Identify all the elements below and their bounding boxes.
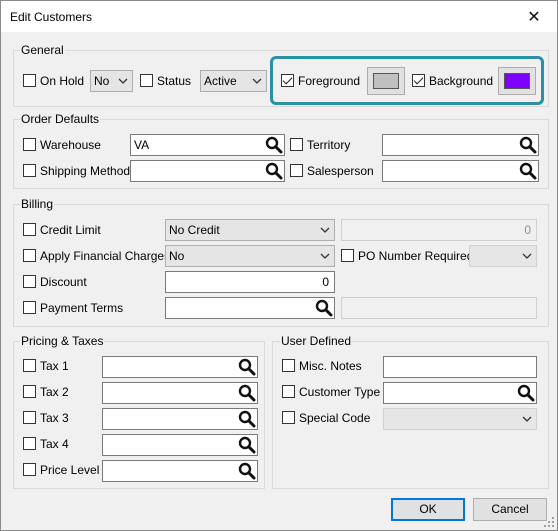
search-icon[interactable] [519, 136, 537, 154]
tax3-label: Tax 3 [40, 411, 69, 425]
general-group-label: General [20, 43, 65, 57]
background-color-button[interactable] [498, 67, 536, 95]
customer-type-checkbox[interactable] [282, 385, 295, 398]
shipping-method-checkbox[interactable] [23, 164, 36, 177]
status-select[interactable]: Active [200, 70, 267, 92]
close-button[interactable]: ✕ [511, 1, 557, 32]
salesperson-checkbox[interactable] [290, 164, 303, 177]
search-icon[interactable] [238, 436, 256, 454]
customer-type-label: Customer Type [299, 385, 381, 399]
foreground-color-swatch [373, 73, 399, 89]
background-checkbox[interactable] [412, 74, 425, 87]
salesperson-label: Salesperson [307, 164, 374, 178]
tax2-label: Tax 2 [40, 385, 69, 399]
edit-customers-dialog: Edit Customers ✕ General On Hold No Stat… [0, 0, 558, 531]
chevron-down-icon [118, 77, 128, 85]
tax1-input[interactable] [102, 356, 258, 378]
credit-limit-select[interactable]: No Credit [165, 219, 335, 241]
chevron-down-icon [522, 415, 532, 423]
foreground-color-button[interactable] [367, 67, 405, 95]
chevron-down-icon [252, 77, 262, 85]
misc-notes-input[interactable] [383, 356, 537, 378]
warehouse-label: Warehouse [40, 138, 101, 152]
territory-input[interactable] [382, 134, 539, 156]
apply-financial-charges-label: Apply Financial Charges [40, 249, 171, 263]
background-color-swatch [504, 73, 530, 89]
payment-terms-description [341, 297, 537, 319]
on-hold-label: On Hold [40, 74, 85, 88]
po-number-required-select[interactable] [469, 245, 537, 267]
territory-label: Territory [307, 138, 351, 152]
apply-financial-charges-select[interactable]: No [165, 245, 335, 267]
tax4-input[interactable] [102, 434, 258, 456]
chevron-down-icon [522, 252, 532, 260]
warehouse-input[interactable]: VA [130, 134, 285, 156]
pricing-taxes-group-label: Pricing & Taxes [20, 334, 105, 348]
tax4-label: Tax 4 [40, 437, 69, 451]
search-icon[interactable] [238, 384, 256, 402]
status-label: Status [157, 74, 192, 88]
territory-checkbox[interactable] [290, 138, 303, 151]
payment-terms-label: Payment Terms [40, 301, 124, 315]
background-label: Background [429, 74, 494, 88]
tax1-label: Tax 1 [40, 359, 69, 373]
cancel-button[interactable]: Cancel [473, 498, 547, 521]
price-level-checkbox[interactable] [23, 463, 36, 476]
special-code-checkbox[interactable] [282, 411, 295, 424]
chevron-down-icon [320, 252, 330, 260]
shipping-method-input[interactable] [130, 160, 285, 182]
on-hold-checkbox[interactable] [23, 74, 36, 87]
shipping-method-label: Shipping Method [40, 164, 131, 178]
discount-label: Discount [40, 275, 87, 289]
search-icon[interactable] [517, 384, 535, 402]
salesperson-input[interactable] [382, 160, 539, 182]
search-icon[interactable] [238, 410, 256, 428]
window-title: Edit Customers [10, 10, 93, 24]
order-defaults-group-label: Order Defaults [20, 112, 101, 126]
credit-limit-checkbox[interactable] [23, 223, 36, 236]
tax3-input[interactable] [102, 408, 258, 430]
title-bar: Edit Customers ✕ [1, 1, 557, 32]
search-icon[interactable] [315, 299, 333, 317]
search-icon[interactable] [519, 162, 537, 180]
search-icon[interactable] [265, 162, 283, 180]
search-icon[interactable] [265, 136, 283, 154]
search-icon[interactable] [238, 462, 256, 480]
search-icon[interactable] [238, 358, 256, 376]
tax1-checkbox[interactable] [23, 359, 36, 372]
misc-notes-label: Misc. Notes [299, 359, 362, 373]
foreground-label: Foreground [298, 74, 361, 88]
chevron-down-icon [320, 226, 330, 234]
credit-limit-label: Credit Limit [40, 223, 101, 237]
discount-checkbox[interactable] [23, 275, 36, 288]
customer-type-input[interactable] [383, 382, 537, 404]
payment-terms-checkbox[interactable] [23, 301, 36, 314]
tax2-input[interactable] [102, 382, 258, 404]
on-hold-select[interactable]: No [90, 70, 133, 92]
tax3-checkbox[interactable] [23, 411, 36, 424]
ok-button[interactable]: OK [391, 498, 465, 521]
apply-financial-charges-checkbox[interactable] [23, 249, 36, 262]
special-code-select[interactable] [383, 408, 537, 430]
close-icon: ✕ [527, 8, 541, 26]
po-number-required-label: PO Number Required [358, 249, 474, 263]
discount-input[interactable]: 0 [165, 271, 335, 293]
warehouse-checkbox[interactable] [23, 138, 36, 151]
status-checkbox[interactable] [140, 74, 153, 87]
special-code-label: Special Code [299, 411, 371, 425]
billing-group-label: Billing [20, 197, 55, 211]
user-defined-group-label: User Defined [280, 334, 353, 348]
tax4-checkbox[interactable] [23, 437, 36, 450]
tax2-checkbox[interactable] [23, 385, 36, 398]
misc-notes-checkbox[interactable] [282, 359, 295, 372]
resize-grip-icon[interactable] [543, 516, 555, 528]
credit-limit-amount-input: 0 [341, 219, 537, 241]
price-level-label: Price Level [40, 463, 100, 477]
payment-terms-input[interactable] [165, 297, 335, 319]
price-level-input[interactable] [102, 460, 258, 482]
po-number-required-checkbox[interactable] [341, 249, 354, 262]
foreground-checkbox[interactable] [281, 74, 294, 87]
